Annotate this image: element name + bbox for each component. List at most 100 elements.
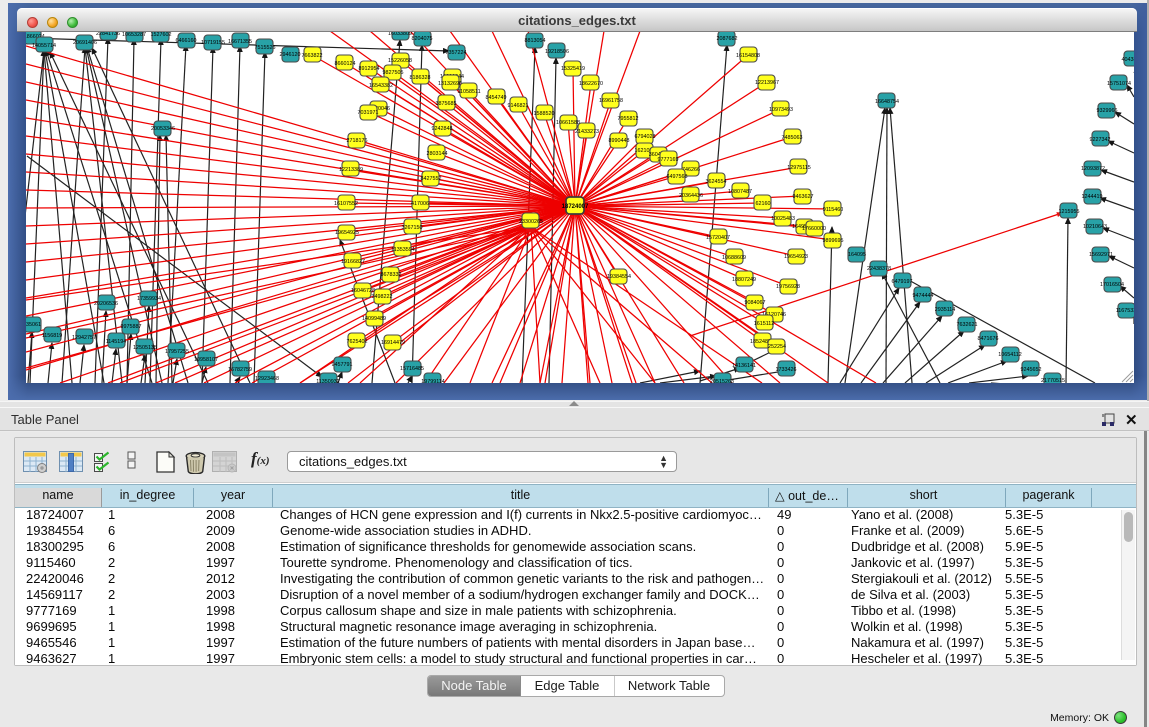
svg-text:23300265: 23300265 [519, 219, 543, 225]
svg-text:62160: 62160 [756, 201, 771, 207]
svg-text:11058511: 11058511 [457, 89, 480, 95]
svg-text:17957255: 17957255 [165, 349, 189, 355]
svg-text:10210643: 10210643 [1083, 224, 1107, 230]
svg-text:8990448: 8990448 [609, 138, 630, 144]
svg-text:19654925: 19654925 [335, 230, 359, 236]
svg-text:9463627: 9463627 [793, 194, 814, 200]
svg-text:9115460: 9115460 [823, 207, 844, 213]
svg-text:7663822: 7663822 [302, 53, 323, 59]
svg-text:15751074: 15751074 [1107, 81, 1131, 87]
svg-text:10688609: 10688609 [722, 255, 746, 261]
svg-text:7632621: 7632621 [957, 322, 978, 328]
svg-text:15716485: 15716485 [400, 366, 424, 372]
svg-text:9146821: 9146821 [508, 103, 529, 109]
svg-text:20515263: 20515263 [710, 379, 734, 383]
svg-text:12975115: 12975115 [787, 165, 811, 171]
svg-text:2803144: 2803144 [427, 151, 448, 157]
svg-text:15325419: 15325419 [561, 66, 585, 72]
svg-text:19218506: 19218506 [545, 49, 569, 55]
svg-text:19799114: 19799114 [421, 379, 445, 383]
svg-text:19166827: 19166827 [341, 259, 365, 265]
svg-text:18807249: 18807249 [732, 277, 756, 283]
svg-text:12213967: 12213967 [755, 80, 779, 86]
svg-text:12942757: 12942757 [72, 335, 96, 341]
svg-text:19384554: 19384554 [607, 274, 631, 280]
svg-text:15226058: 15226058 [388, 58, 412, 64]
svg-text:16914479: 16914479 [381, 340, 405, 346]
svg-text:22438378: 22438378 [867, 266, 891, 272]
svg-text:21433273: 21433273 [575, 129, 599, 135]
svg-text:3624554: 3624554 [706, 179, 727, 185]
svg-text:7625402: 7625402 [347, 339, 368, 345]
svg-text:9227342: 9227342 [1090, 137, 1111, 143]
svg-text:20053346: 20053346 [151, 126, 175, 132]
svg-text:1145194: 1145194 [106, 339, 127, 345]
svg-text:8813054: 8813054 [525, 38, 546, 44]
svg-text:2718176: 2718176 [347, 138, 368, 144]
svg-text:3875685: 3875685 [436, 101, 457, 107]
svg-text:8660124: 8660124 [335, 61, 356, 67]
svg-text:20364436: 20364436 [679, 193, 703, 199]
svg-text:2946120: 2946120 [280, 52, 301, 58]
svg-text:1588520: 1588520 [534, 111, 555, 117]
svg-text:1733426: 1733426 [776, 367, 797, 373]
svg-text:10654112: 10654112 [998, 352, 1022, 358]
svg-text:14055714: 14055714 [32, 43, 56, 49]
svg-text:7955812: 7955812 [618, 116, 639, 122]
svg-text:1156819: 1156819 [42, 333, 63, 339]
svg-text:8912954: 8912954 [359, 66, 380, 72]
svg-text:7031971: 7031971 [358, 110, 379, 116]
svg-text:16154808: 16154808 [736, 53, 760, 59]
svg-text:18622670: 18622670 [579, 81, 603, 87]
svg-text:3267150: 3267150 [402, 225, 423, 231]
svg-text:16543382: 16543382 [369, 83, 393, 89]
svg-text:20206536: 20206536 [94, 301, 118, 307]
svg-text:10719155: 10719155 [201, 40, 225, 46]
svg-text:935061: 935061 [26, 322, 41, 328]
svg-text:15692971: 15692971 [1089, 252, 1113, 258]
svg-text:9084067: 9084067 [745, 300, 766, 306]
svg-text:10973493: 10973493 [769, 107, 793, 113]
svg-text:7357224: 7357224 [446, 50, 467, 56]
svg-text:11350932: 11350932 [316, 379, 340, 383]
svg-text:1167533: 1167533 [1116, 308, 1134, 314]
svg-text:12213389: 12213389 [339, 167, 363, 173]
svg-text:16961758: 16961758 [599, 98, 623, 104]
svg-text:2935114: 2935114 [935, 307, 956, 313]
svg-text:10025483: 10025483 [771, 216, 795, 222]
svg-text:10661588: 10661588 [556, 120, 580, 126]
svg-text:12923468: 12923468 [255, 376, 279, 382]
svg-text:9245652: 9245652 [1021, 367, 1042, 373]
svg-text:9777169: 9777169 [658, 157, 679, 163]
svg-text:7515526: 7515526 [255, 45, 276, 51]
svg-text:17660000: 17660000 [802, 226, 826, 232]
svg-text:9329966: 9329966 [1097, 108, 1118, 114]
svg-text:1527602: 1527602 [151, 32, 172, 38]
svg-text:2087682: 2087682 [717, 36, 738, 42]
svg-text:16648754: 16648754 [875, 99, 899, 105]
svg-text:14136141: 14136141 [732, 363, 756, 369]
svg-text:8471676: 8471676 [978, 336, 999, 342]
svg-text:16671355: 16671355 [228, 39, 252, 45]
svg-text:9474444: 9474444 [913, 293, 934, 299]
svg-text:12505135: 12505135 [133, 345, 157, 351]
svg-text:20691406: 20691406 [73, 40, 97, 46]
svg-text:1615112: 1615112 [754, 321, 775, 327]
svg-text:8427552: 8427552 [421, 176, 442, 182]
svg-text:9242848: 9242848 [432, 126, 453, 132]
svg-text:6497568: 6497568 [667, 174, 688, 180]
svg-text:21770515: 21770515 [1041, 378, 1065, 383]
svg-text:8454749: 8454749 [486, 95, 507, 101]
svg-text:8204075: 8204075 [412, 36, 433, 42]
svg-text:1215955: 1215955 [1059, 209, 1080, 215]
svg-text:17359934: 17359934 [137, 296, 161, 302]
svg-text:17016504: 17016504 [1100, 282, 1124, 288]
svg-text:11353594: 11353594 [391, 247, 415, 253]
svg-text:7485063: 7485063 [782, 135, 803, 141]
svg-text:13132690: 13132690 [438, 81, 462, 87]
svg-text:9899695: 9899695 [823, 238, 844, 244]
svg-text:16107552: 16107552 [334, 201, 358, 207]
svg-text:417006: 417006 [411, 201, 429, 207]
svg-text:6466160: 6466160 [176, 38, 197, 44]
svg-text:18724007: 18724007 [562, 204, 589, 210]
